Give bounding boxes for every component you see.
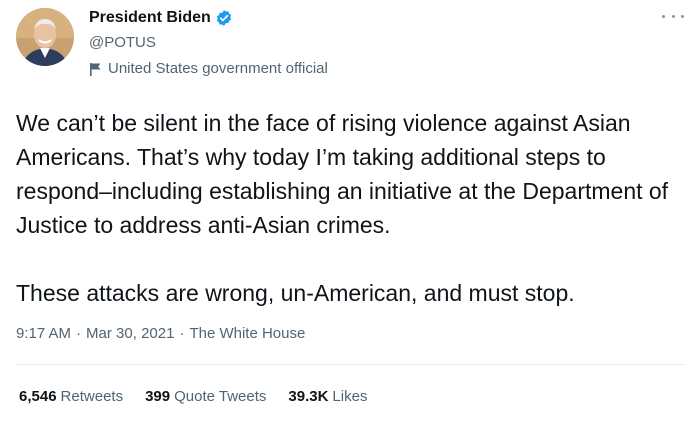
tweet-paragraph: These attacks are wrong, un-American, an… — [16, 280, 575, 306]
meta-separator: · — [76, 325, 82, 342]
tweet-text: We can’t be silent in the face of rising… — [16, 106, 692, 310]
handle[interactable]: @POTUS — [89, 34, 233, 51]
more-options-icon[interactable] — [662, 9, 684, 23]
likes-count: 39.3K — [288, 388, 329, 405]
retweets-stat[interactable]: 6,546 Retweets — [19, 388, 123, 405]
flag-icon — [89, 62, 102, 76]
name-row: President Biden — [89, 7, 233, 29]
quote-tweets-count: 399 — [145, 388, 171, 405]
tweet-meta: 9:17 AM · Mar 30, 2021 · The White House — [16, 325, 305, 342]
government-label: United States government official — [89, 60, 328, 77]
retweets-count: 6,546 — [19, 388, 57, 405]
avatar[interactable] — [16, 8, 74, 66]
quote-tweets-label: Quote Tweets — [174, 388, 267, 405]
display-name[interactable]: President Biden — [89, 9, 211, 27]
tweet-paragraph: We can’t be silent in the face of rising… — [16, 110, 669, 238]
verified-badge-icon — [215, 9, 233, 27]
government-label-text: United States government official — [108, 60, 328, 77]
author-header: President Biden @POTUS — [89, 7, 233, 51]
quote-tweets-stat[interactable]: 399 Quote Tweets — [145, 388, 266, 405]
likes-label: Likes — [332, 388, 368, 405]
divider — [16, 364, 684, 365]
meta-separator: · — [179, 325, 185, 342]
engagement-stats: 6,546 Retweets 399 Quote Tweets 39.3K Likes — [19, 388, 389, 405]
tweet-date[interactable]: Mar 30, 2021 — [86, 325, 174, 342]
likes-stat[interactable]: 39.3K Likes — [288, 388, 367, 405]
retweets-label: Retweets — [60, 388, 124, 405]
tweet-source[interactable]: The White House — [189, 325, 305, 342]
tweet-time[interactable]: 9:17 AM — [16, 325, 71, 342]
